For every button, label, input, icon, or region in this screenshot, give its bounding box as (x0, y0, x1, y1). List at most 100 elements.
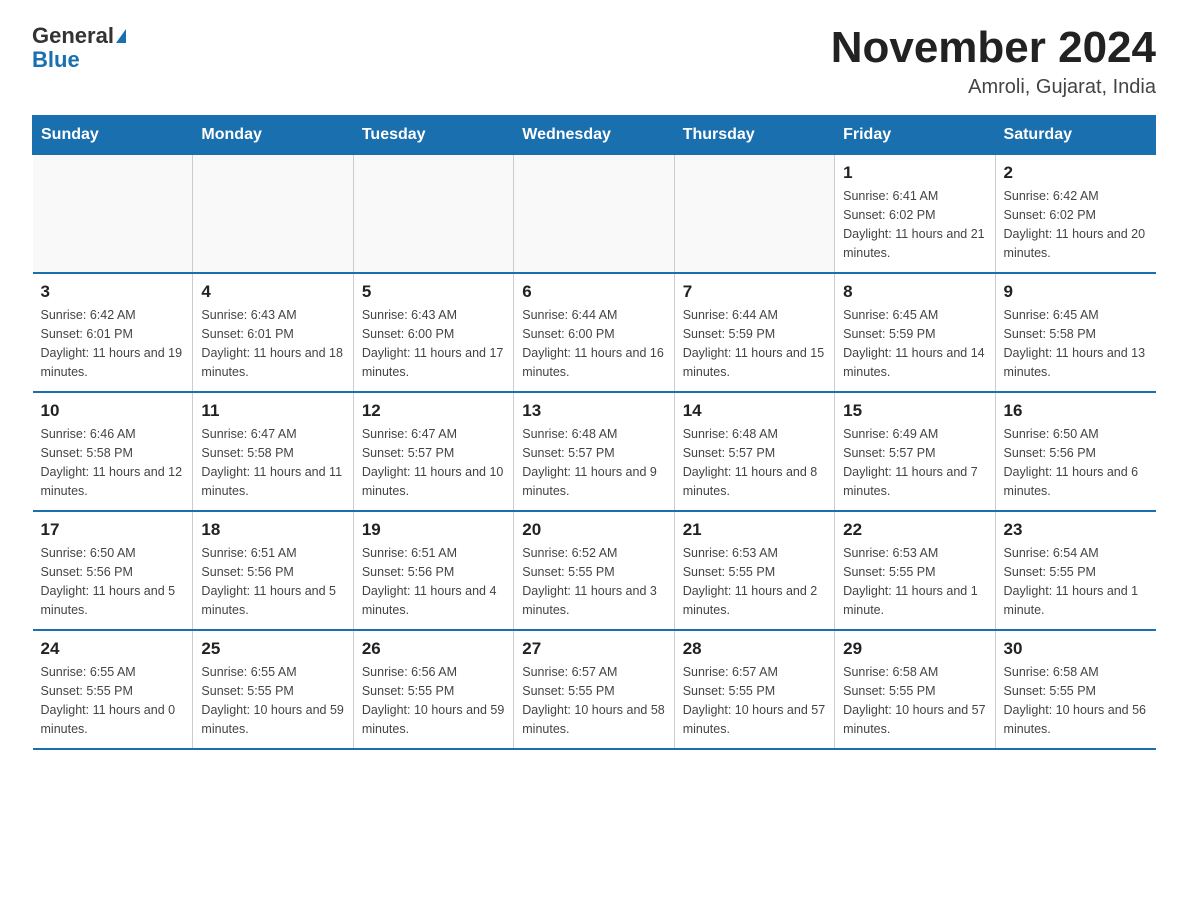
calendar-cell: 26Sunrise: 6:56 AM Sunset: 5:55 PM Dayli… (353, 630, 513, 749)
week-row-4: 24 Sunrise: 6:55 AM Sunset: 5:55 PM Dayli… (33, 630, 1156, 749)
day-number: 7 (683, 282, 826, 302)
day-number: 19 (362, 520, 505, 540)
day-number: 23 (1004, 520, 1148, 540)
calendar-cell: 14 Sunrise: 6:48 AM Sunset: 5:57 PM Dayli… (674, 392, 834, 511)
day-number: 25 (201, 639, 344, 659)
day-info: Sunrise: 6:47 AM Sunset: 5:58 PM Dayligh… (201, 425, 344, 500)
day-number: 14 (683, 401, 826, 421)
calendar-cell: 8Sunrise: 6:45 AM Sunset: 5:59 PM Daylig… (835, 273, 995, 392)
week-row-3: 17 Sunrise: 6:50 AM Sunset: 5:56 PM Dayli… (33, 511, 1156, 630)
calendar-subtitle: Amroli, Gujarat, India (831, 76, 1156, 99)
calendar-cell: 4Sunrise: 6:43 AM Sunset: 6:01 PM Daylig… (193, 273, 353, 392)
calendar-cell: 17 Sunrise: 6:50 AM Sunset: 5:56 PM Dayli… (33, 511, 193, 630)
logo-blue-text: Blue (32, 48, 80, 72)
calendar-cell: 22 Sunrise: 6:53 AM Sunset: 5:55 PM Dayli… (835, 511, 995, 630)
day-number: 17 (41, 520, 185, 540)
weekday-header-friday: Friday (835, 116, 995, 155)
day-number: 6 (522, 282, 665, 302)
day-info: Sunrise: 6:51 AM Sunset: 5:56 PM Dayligh… (201, 544, 344, 619)
week-row-1: 3 Sunrise: 6:42 AM Sunset: 6:01 PM Daylig… (33, 273, 1156, 392)
logo-general-text: General (32, 24, 114, 48)
day-info: Sunrise: 6:58 AM Sunset: 5:55 PM Dayligh… (843, 663, 986, 738)
day-info: Sunrise: 6:55 AM Sunset: 5:55 PM Dayligh… (41, 663, 185, 738)
calendar-cell: 29 Sunrise: 6:58 AM Sunset: 5:55 PM Dayli… (835, 630, 995, 749)
week-row-2: 10Sunrise: 6:46 AM Sunset: 5:58 PM Dayli… (33, 392, 1156, 511)
calendar-cell: 11 Sunrise: 6:47 AM Sunset: 5:58 PM Dayli… (193, 392, 353, 511)
day-number: 27 (522, 639, 665, 659)
calendar-cell: 3 Sunrise: 6:42 AM Sunset: 6:01 PM Daylig… (33, 273, 193, 392)
calendar-cell: 10Sunrise: 6:46 AM Sunset: 5:58 PM Dayli… (33, 392, 193, 511)
day-number: 29 (843, 639, 986, 659)
logo: General Blue (32, 24, 126, 72)
day-info: Sunrise: 6:43 AM Sunset: 6:01 PM Dayligh… (201, 306, 344, 381)
calendar-cell: 25 Sunrise: 6:55 AM Sunset: 5:55 PM Dayli… (193, 630, 353, 749)
calendar-cell: 23Sunrise: 6:54 AM Sunset: 5:55 PM Dayli… (995, 511, 1155, 630)
day-number: 3 (41, 282, 185, 302)
calendar-cell: 18 Sunrise: 6:51 AM Sunset: 5:56 PM Dayli… (193, 511, 353, 630)
day-info: Sunrise: 6:52 AM Sunset: 5:55 PM Dayligh… (522, 544, 665, 619)
day-number: 21 (683, 520, 826, 540)
calendar-cell: 6Sunrise: 6:44 AM Sunset: 6:00 PM Daylig… (514, 273, 674, 392)
weekday-header-wednesday: Wednesday (514, 116, 674, 155)
weekday-header-monday: Monday (193, 116, 353, 155)
day-number: 10 (41, 401, 185, 421)
calendar-cell: 16 Sunrise: 6:50 AM Sunset: 5:56 PM Dayli… (995, 392, 1155, 511)
day-info: Sunrise: 6:53 AM Sunset: 5:55 PM Dayligh… (843, 544, 986, 619)
day-info: Sunrise: 6:50 AM Sunset: 5:56 PM Dayligh… (1004, 425, 1148, 500)
day-number: 9 (1004, 282, 1148, 302)
weekday-header-thursday: Thursday (674, 116, 834, 155)
calendar-cell: 30 Sunrise: 6:58 AM Sunset: 5:55 PM Dayli… (995, 630, 1155, 749)
calendar-cell (674, 155, 834, 274)
calendar-title: November 2024 (831, 24, 1156, 72)
calendar-cell (193, 155, 353, 274)
day-info: Sunrise: 6:43 AM Sunset: 6:00 PM Dayligh… (362, 306, 505, 381)
day-info: Sunrise: 6:50 AM Sunset: 5:56 PM Dayligh… (41, 544, 185, 619)
day-number: 28 (683, 639, 826, 659)
day-number: 5 (362, 282, 505, 302)
calendar-table: SundayMondayTuesdayWednesdayThursdayFrid… (32, 115, 1156, 750)
day-info: Sunrise: 6:55 AM Sunset: 5:55 PM Dayligh… (201, 663, 344, 738)
calendar-cell: 19 Sunrise: 6:51 AM Sunset: 5:56 PM Dayli… (353, 511, 513, 630)
day-number: 8 (843, 282, 986, 302)
day-number: 13 (522, 401, 665, 421)
calendar-cell: 12Sunrise: 6:47 AM Sunset: 5:57 PM Dayli… (353, 392, 513, 511)
day-info: Sunrise: 6:45 AM Sunset: 5:58 PM Dayligh… (1004, 306, 1148, 381)
weekday-header-sunday: Sunday (33, 116, 193, 155)
calendar-cell (33, 155, 193, 274)
day-info: Sunrise: 6:42 AM Sunset: 6:01 PM Dayligh… (41, 306, 185, 381)
day-info: Sunrise: 6:58 AM Sunset: 5:55 PM Dayligh… (1004, 663, 1148, 738)
day-info: Sunrise: 6:48 AM Sunset: 5:57 PM Dayligh… (683, 425, 826, 500)
calendar-cell: 21 Sunrise: 6:53 AM Sunset: 5:55 PM Dayli… (674, 511, 834, 630)
day-info: Sunrise: 6:53 AM Sunset: 5:55 PM Dayligh… (683, 544, 826, 619)
logo-triangle-icon (116, 29, 126, 43)
week-row-0: 1 Sunrise: 6:41 AM Sunset: 6:02 PM Daylig… (33, 155, 1156, 274)
day-number: 26 (362, 639, 505, 659)
day-number: 16 (1004, 401, 1148, 421)
day-number: 1 (843, 163, 986, 183)
calendar-cell: 27 Sunrise: 6:57 AM Sunset: 5:55 PM Dayli… (514, 630, 674, 749)
day-number: 24 (41, 639, 185, 659)
day-number: 11 (201, 401, 344, 421)
day-number: 22 (843, 520, 986, 540)
calendar-cell (353, 155, 513, 274)
day-number: 20 (522, 520, 665, 540)
calendar-cell: 20 Sunrise: 6:52 AM Sunset: 5:55 PM Dayli… (514, 511, 674, 630)
day-info: Sunrise: 6:49 AM Sunset: 5:57 PM Dayligh… (843, 425, 986, 500)
day-info: Sunrise: 6:57 AM Sunset: 5:55 PM Dayligh… (683, 663, 826, 738)
day-info: Sunrise: 6:47 AM Sunset: 5:57 PM Dayligh… (362, 425, 505, 500)
day-info: Sunrise: 6:42 AM Sunset: 6:02 PM Dayligh… (1004, 187, 1148, 262)
day-info: Sunrise: 6:51 AM Sunset: 5:56 PM Dayligh… (362, 544, 505, 619)
weekday-header-row: SundayMondayTuesdayWednesdayThursdayFrid… (33, 116, 1156, 155)
calendar-cell: 24 Sunrise: 6:55 AM Sunset: 5:55 PM Dayli… (33, 630, 193, 749)
calendar-cell: 5 Sunrise: 6:43 AM Sunset: 6:00 PM Daylig… (353, 273, 513, 392)
title-block: November 2024 Amroli, Gujarat, India (831, 24, 1156, 99)
calendar-cell: 2Sunrise: 6:42 AM Sunset: 6:02 PM Daylig… (995, 155, 1155, 274)
day-info: Sunrise: 6:41 AM Sunset: 6:02 PM Dayligh… (843, 187, 986, 262)
day-number: 30 (1004, 639, 1148, 659)
calendar-cell: 9 Sunrise: 6:45 AM Sunset: 5:58 PM Daylig… (995, 273, 1155, 392)
day-info: Sunrise: 6:57 AM Sunset: 5:55 PM Dayligh… (522, 663, 665, 738)
calendar-cell: 7Sunrise: 6:44 AM Sunset: 5:59 PM Daylig… (674, 273, 834, 392)
calendar-cell: 28 Sunrise: 6:57 AM Sunset: 5:55 PM Dayli… (674, 630, 834, 749)
weekday-header-saturday: Saturday (995, 116, 1155, 155)
day-number: 18 (201, 520, 344, 540)
